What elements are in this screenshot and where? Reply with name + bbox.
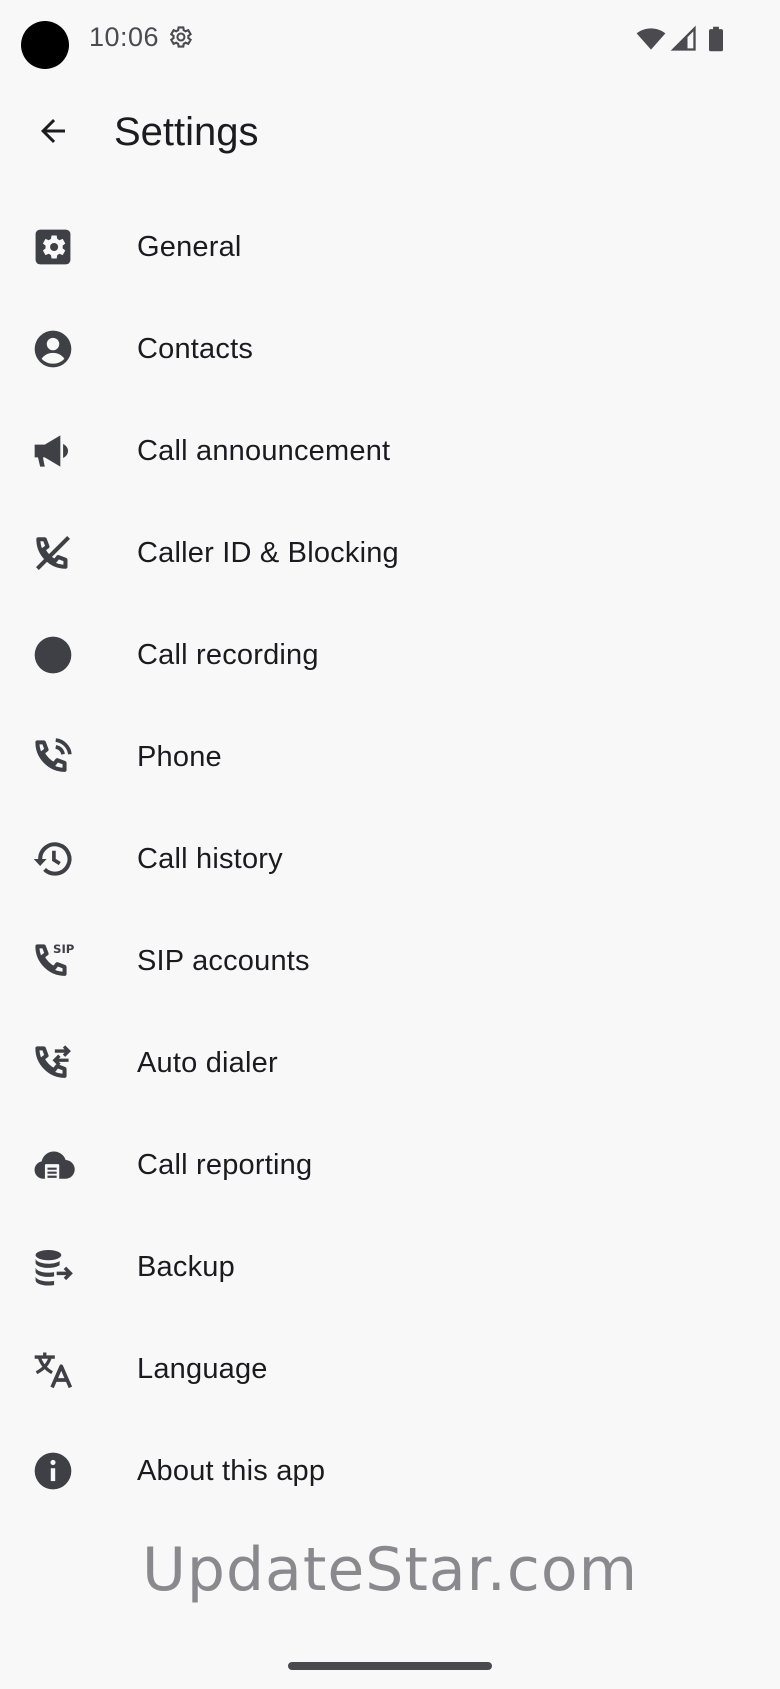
battery-icon [702, 25, 730, 58]
status-icons [636, 24, 730, 59]
back-button[interactable] [24, 104, 82, 162]
account-circle-icon [31, 327, 75, 371]
front-camera [21, 21, 69, 69]
app-bar: Settings [0, 80, 780, 192]
cellular-signal-icon [670, 25, 698, 58]
settings-list: General Contacts Call announcement Calle… [0, 196, 780, 1522]
settings-item-auto-dialer[interactable]: Auto dialer [0, 1012, 780, 1114]
settings-item-sip-accounts[interactable]: SIP SIP accounts [0, 910, 780, 1012]
settings-item-general[interactable]: General [0, 196, 780, 298]
translate-icon [31, 1347, 75, 1391]
record-dot-icon [31, 633, 75, 677]
settings-item-label: SIP accounts [137, 944, 310, 977]
settings-item-label: About this app [137, 1454, 326, 1487]
cloud-report-icon [31, 1143, 75, 1187]
gear-icon [31, 225, 75, 269]
settings-gear-icon [166, 23, 194, 51]
database-export-icon [31, 1245, 75, 1289]
megaphone-icon [31, 429, 75, 473]
settings-item-label: Call announcement [137, 434, 391, 467]
status-bar: 10:06 [0, 0, 780, 80]
sip-phone-icon: SIP [31, 939, 75, 983]
settings-item-label: Caller ID & Blocking [137, 536, 399, 569]
settings-item-label: Call history [137, 842, 283, 875]
settings-item-call-announcement[interactable]: Call announcement [0, 400, 780, 502]
status-clock: 10:06 [89, 22, 160, 52]
settings-item-label: Language [137, 1352, 268, 1385]
home-indicator[interactable] [288, 1662, 492, 1670]
phone-blocked-icon [31, 531, 75, 575]
settings-item-language[interactable]: Language [0, 1318, 780, 1420]
settings-item-label: General [137, 230, 242, 263]
wifi-icon [636, 24, 666, 59]
settings-item-backup[interactable]: Backup [0, 1216, 780, 1318]
settings-item-label: Phone [137, 740, 222, 773]
settings-item-label: Auto dialer [137, 1046, 278, 1079]
page-title: Settings [114, 110, 259, 154]
settings-item-contacts[interactable]: Contacts [0, 298, 780, 400]
settings-item-label: Backup [137, 1250, 235, 1283]
history-icon [31, 837, 75, 881]
settings-item-phone[interactable]: Phone [0, 706, 780, 808]
settings-item-label: Call recording [137, 638, 319, 671]
phone-in-talk-icon [31, 735, 75, 779]
info-icon [31, 1449, 75, 1493]
settings-item-call-recording[interactable]: Call recording [0, 604, 780, 706]
settings-item-label: Call reporting [137, 1148, 313, 1181]
settings-item-call-reporting[interactable]: Call reporting [0, 1114, 780, 1216]
arrow-back-icon [35, 113, 71, 154]
watermark: UpdateStar.com [141, 1535, 639, 1605]
phone-forwarded-icon [31, 1041, 75, 1085]
svg-text:SIP: SIP [53, 942, 75, 956]
settings-item-caller-id-blocking[interactable]: Caller ID & Blocking [0, 502, 780, 604]
settings-item-label: Contacts [137, 332, 254, 365]
settings-item-call-history[interactable]: Call history [0, 808, 780, 910]
settings-item-about[interactable]: About this app [0, 1420, 780, 1522]
